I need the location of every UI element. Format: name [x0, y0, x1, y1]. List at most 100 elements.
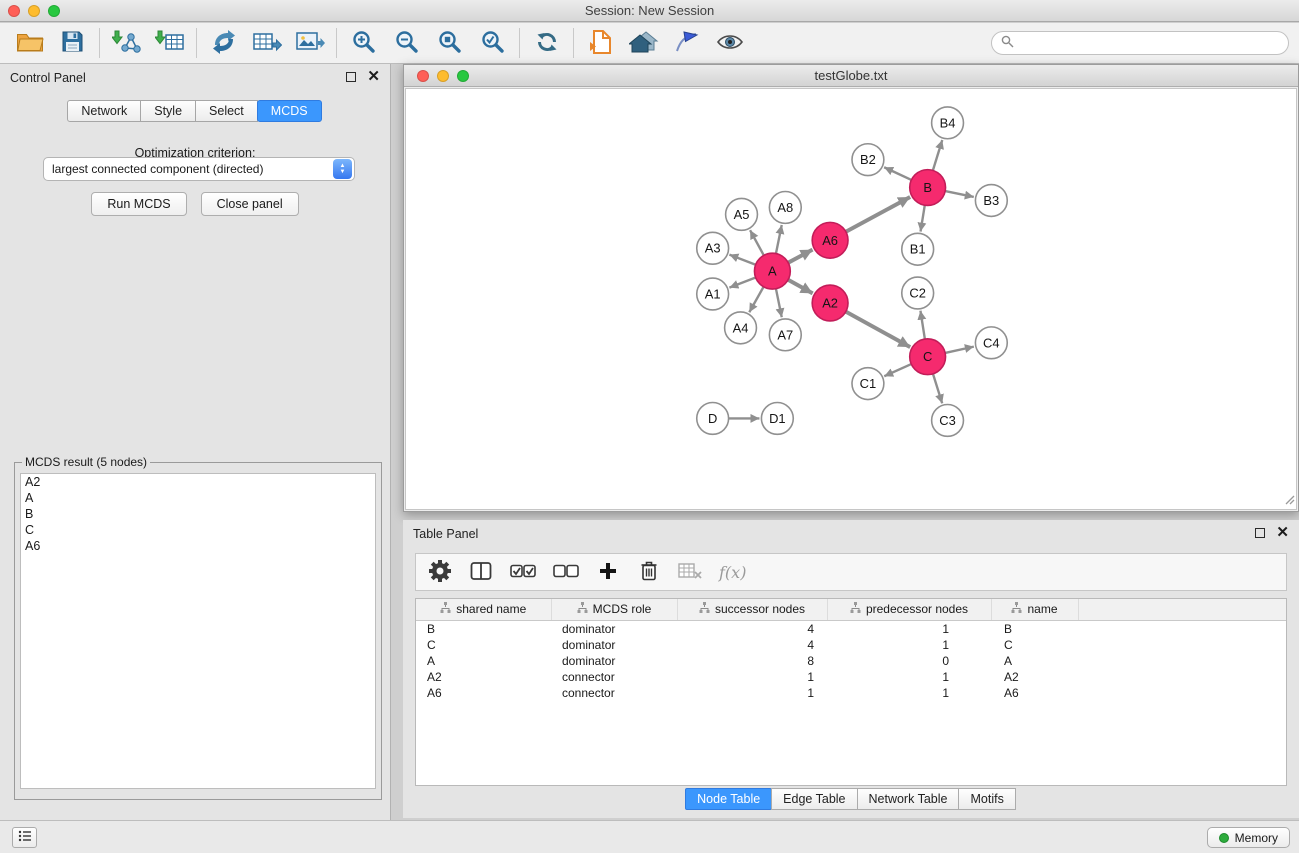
export-document-button[interactable]	[579, 25, 622, 61]
edge-B-B3[interactable]	[945, 191, 974, 197]
create-column-button[interactable]	[596, 557, 620, 587]
fx-icon: f(x)	[719, 563, 746, 582]
tab-edge-table[interactable]: Edge Table	[771, 788, 857, 810]
import-network-button[interactable]	[105, 25, 148, 61]
edge-C-C1[interactable]	[884, 364, 911, 376]
table-settings-button[interactable]	[428, 557, 452, 587]
node-table[interactable]: shared nameMCDS rolesuccessor nodesprede…	[415, 598, 1287, 786]
edge-B-B1[interactable]	[921, 205, 925, 231]
save-session-button[interactable]	[51, 25, 94, 61]
table-panel-header: Table Panel ✕	[403, 520, 1299, 546]
column-tree-icon	[1011, 602, 1022, 616]
tab-mcds[interactable]: MCDS	[257, 100, 322, 122]
deselect-all-columns-button[interactable]	[553, 557, 579, 587]
edge-B-B2[interactable]	[884, 167, 911, 180]
network-close-button[interactable]	[417, 70, 429, 82]
run-mcds-button[interactable]: Run MCDS	[91, 192, 186, 216]
search-input[interactable]	[1020, 36, 1279, 50]
task-history-button[interactable]	[12, 827, 37, 848]
open-in-browser-button[interactable]	[622, 25, 665, 61]
search-field[interactable]	[991, 31, 1289, 55]
zoom-in-button[interactable]	[342, 25, 385, 61]
export-image-button[interactable]	[288, 25, 331, 61]
open-session-button[interactable]	[8, 25, 51, 61]
tab-style[interactable]: Style	[140, 100, 196, 122]
zoom-window-button[interactable]	[48, 5, 60, 17]
network-window-titlebar: testGlobe.txt	[404, 65, 1298, 87]
mcds-result-item[interactable]: B	[21, 506, 375, 522]
criterion-dropdown[interactable]: largest connected component (directed) ▲…	[43, 157, 355, 181]
edge-A-A6[interactable]	[788, 250, 812, 263]
minimize-window-button[interactable]	[28, 5, 40, 17]
table-row[interactable]: A2connector11A2	[416, 669, 1286, 685]
column-header-shared-name[interactable]: shared name	[416, 599, 551, 620]
table-row[interactable]: Bdominator41B	[416, 620, 1286, 637]
dropdown-stepper-icon: ▲▼	[333, 159, 352, 179]
toolbar-separator	[519, 28, 520, 58]
show-graphics-details-button[interactable]	[708, 25, 751, 61]
table-row[interactable]: A6connector11A6	[416, 685, 1286, 701]
edge-A-A4[interactable]	[749, 287, 763, 312]
show-columns-button[interactable]	[469, 557, 493, 587]
tab-network-table[interactable]: Network Table	[857, 788, 960, 810]
mcds-result-item[interactable]: A6	[21, 538, 375, 554]
table-row[interactable]: Adominator80A	[416, 653, 1286, 669]
zoom-out-button[interactable]	[385, 25, 428, 61]
node-label-C2: C2	[909, 286, 926, 301]
node-label-B1: B1	[910, 242, 926, 257]
search-icon	[1001, 35, 1014, 51]
close-panel-icon[interactable]: ✕	[1276, 526, 1289, 539]
function-builder-button[interactable]: f(x)	[719, 557, 746, 587]
edge-A-A8[interactable]	[776, 225, 782, 254]
edge-A6-B[interactable]	[846, 197, 910, 232]
close-window-button[interactable]	[8, 5, 20, 17]
delete-table-button[interactable]	[678, 557, 702, 587]
column-header-mcds-role[interactable]: MCDS role	[551, 599, 677, 620]
floppy-disk-icon	[61, 30, 84, 56]
edge-A2-C[interactable]	[846, 312, 910, 347]
edge-A-A5[interactable]	[750, 230, 764, 255]
refresh-view-button[interactable]	[525, 25, 568, 61]
edge-C-C4[interactable]	[945, 347, 974, 353]
memory-button[interactable]: Memory	[1207, 827, 1290, 848]
column-header-name[interactable]: name	[991, 599, 1078, 620]
network-minimize-button[interactable]	[437, 70, 449, 82]
tab-network[interactable]: Network	[67, 100, 141, 122]
float-panel-icon[interactable]	[1255, 528, 1265, 538]
edge-B-B4[interactable]	[933, 140, 942, 170]
network-canvas[interactable]: B4B2BB3A5A8A6A3B1AA1C2A2A4A7CC4C1C3DD1	[405, 88, 1297, 510]
mcds-result-item[interactable]: C	[21, 522, 375, 538]
table-row[interactable]: Cdominator41C	[416, 637, 1286, 653]
edge-C-C2[interactable]	[920, 311, 924, 339]
edge-A-A7[interactable]	[776, 289, 782, 318]
mcds-result-list[interactable]: A2ABCA6	[20, 473, 376, 789]
float-panel-icon[interactable]	[346, 72, 356, 82]
tab-select[interactable]: Select	[195, 100, 258, 122]
column-tree-icon	[699, 602, 710, 616]
network-zoom-button[interactable]	[457, 70, 469, 82]
plus-icon	[599, 562, 617, 583]
edge-A-A2[interactable]	[788, 280, 813, 294]
import-table-button[interactable]	[148, 25, 191, 61]
memory-label: Memory	[1235, 831, 1278, 845]
column-header-predecessor-nodes[interactable]: predecessor nodes	[827, 599, 991, 620]
close-panel-icon[interactable]: ✕	[367, 70, 380, 83]
resize-handle[interactable]	[1283, 493, 1295, 508]
mcds-result-item[interactable]: A	[21, 490, 375, 506]
edge-A-A1[interactable]	[729, 278, 755, 288]
zoom-selected-button[interactable]	[471, 25, 514, 61]
delete-column-button[interactable]	[637, 557, 661, 587]
edge-C-C3[interactable]	[933, 374, 942, 403]
zoom-fit-button[interactable]	[428, 25, 471, 61]
share-network-button[interactable]	[202, 25, 245, 61]
select-all-columns-button[interactable]	[510, 557, 536, 587]
columns-icon	[470, 561, 492, 584]
export-table-button[interactable]	[245, 25, 288, 61]
apply-style-button[interactable]	[665, 25, 708, 61]
mcds-result-item[interactable]: A2	[21, 474, 375, 490]
tab-motifs[interactable]: Motifs	[958, 788, 1015, 810]
edge-A-A3[interactable]	[729, 255, 755, 265]
tab-node-table[interactable]: Node Table	[685, 788, 772, 810]
close-panel-button[interactable]: Close panel	[201, 192, 299, 216]
column-header-successor-nodes[interactable]: successor nodes	[677, 599, 827, 620]
